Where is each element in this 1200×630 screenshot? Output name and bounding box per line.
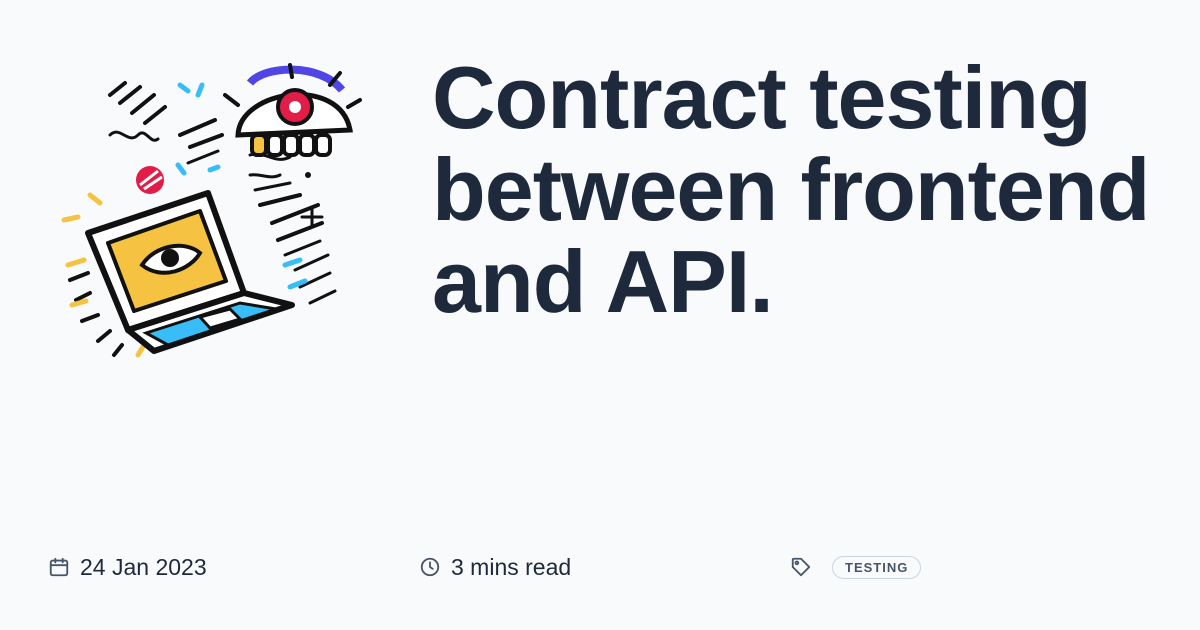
og-card: Contract testing between frontend and AP… bbox=[0, 0, 1200, 630]
tag-icon bbox=[790, 556, 812, 578]
post-read-time-text: 3 mins read bbox=[451, 553, 572, 580]
post-read-time: 3 mins read bbox=[419, 551, 571, 583]
post-title: Contract testing between frontend and AP… bbox=[432, 48, 1150, 331]
tag-badge-testing[interactable]: TESTING bbox=[832, 555, 922, 579]
clock-icon bbox=[419, 556, 441, 578]
laptop-eye-illustration bbox=[61, 63, 362, 358]
post-date: 24 Jan 2023 bbox=[48, 551, 207, 583]
calendar-icon bbox=[48, 556, 70, 578]
post-date-text: 24 Jan 2023 bbox=[80, 553, 207, 580]
post-tags: TESTING bbox=[790, 551, 922, 583]
